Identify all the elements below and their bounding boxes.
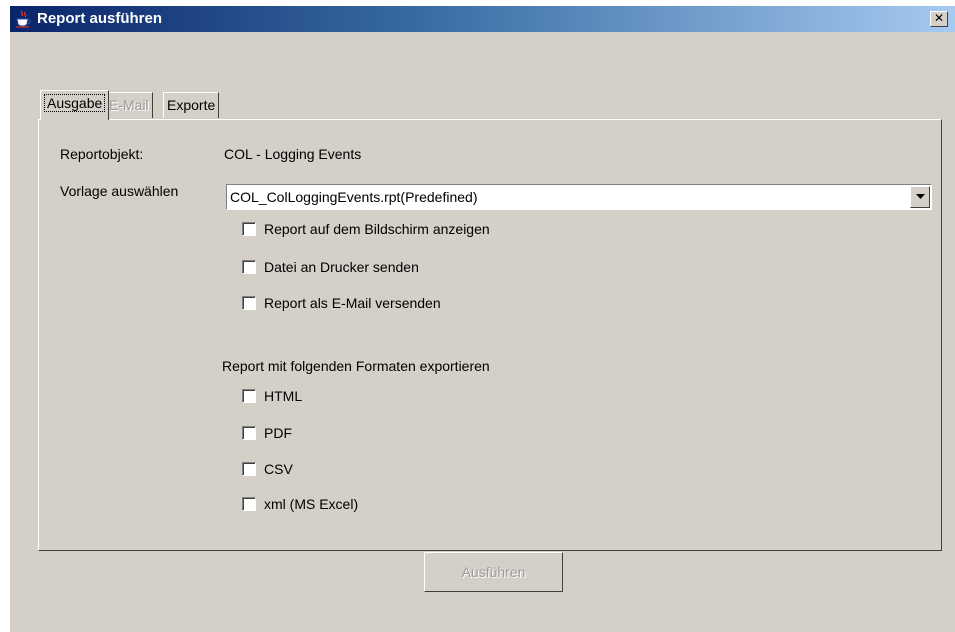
run-button-label: Ausführen — [461, 564, 526, 580]
tab-exporte-label: Exporte — [167, 97, 216, 113]
show-on-screen-label: Report auf dem Bildschirm anzeigen — [264, 221, 490, 237]
export-html-label: HTML — [264, 388, 303, 404]
tab-exporte[interactable]: Exporte — [163, 92, 220, 118]
close-icon: ✕ — [933, 11, 945, 25]
template-label: Vorlage auswählen — [60, 183, 179, 199]
export-html-checkbox[interactable] — [242, 389, 256, 403]
export-xml-checkbox[interactable] — [242, 497, 256, 511]
report-dialog: Report ausführen ✕ Ausgabe E-Mail Export… — [10, 6, 955, 632]
report-object-value: COL - Logging Events — [224, 146, 362, 162]
window-title: Report ausführen — [37, 10, 163, 27]
tab-email[interactable]: E-Mail — [105, 92, 153, 118]
report-object-label: Reportobjekt: — [60, 146, 144, 162]
template-select[interactable]: COL_ColLoggingEvents.rpt(Predefined) — [226, 184, 932, 210]
close-button[interactable]: ✕ — [930, 11, 948, 27]
send-to-printer-checkbox[interactable] — [242, 260, 256, 274]
tab-ausgabe-label: Ausgabe — [44, 94, 106, 112]
export-xml-label: xml (MS Excel) — [264, 496, 359, 512]
export-pdf-label: PDF — [264, 425, 292, 441]
send-to-printer-label: Datei an Drucker senden — [264, 259, 419, 275]
title-bar[interactable]: Report ausführen ✕ — [10, 6, 955, 32]
dropdown-button[interactable] — [910, 186, 930, 208]
send-as-email-label: Report als E-Mail versenden — [264, 295, 441, 311]
export-csv-label: CSV — [264, 461, 293, 477]
show-on-screen-checkbox[interactable] — [242, 222, 256, 236]
chevron-down-icon — [916, 194, 925, 199]
export-csv-checkbox[interactable] — [242, 462, 256, 476]
java-coffee-cup-icon — [15, 10, 31, 28]
tab-ausgabe[interactable]: Ausgabe — [40, 90, 110, 120]
export-heading: Report mit folgenden Formaten exportiere… — [222, 358, 490, 374]
tab-email-label: E-Mail — [109, 97, 149, 113]
export-pdf-checkbox[interactable] — [242, 426, 256, 440]
template-select-value: COL_ColLoggingEvents.rpt(Predefined) — [230, 189, 478, 205]
send-as-email-checkbox[interactable] — [242, 296, 256, 310]
run-button[interactable]: Ausführen — [424, 552, 563, 592]
